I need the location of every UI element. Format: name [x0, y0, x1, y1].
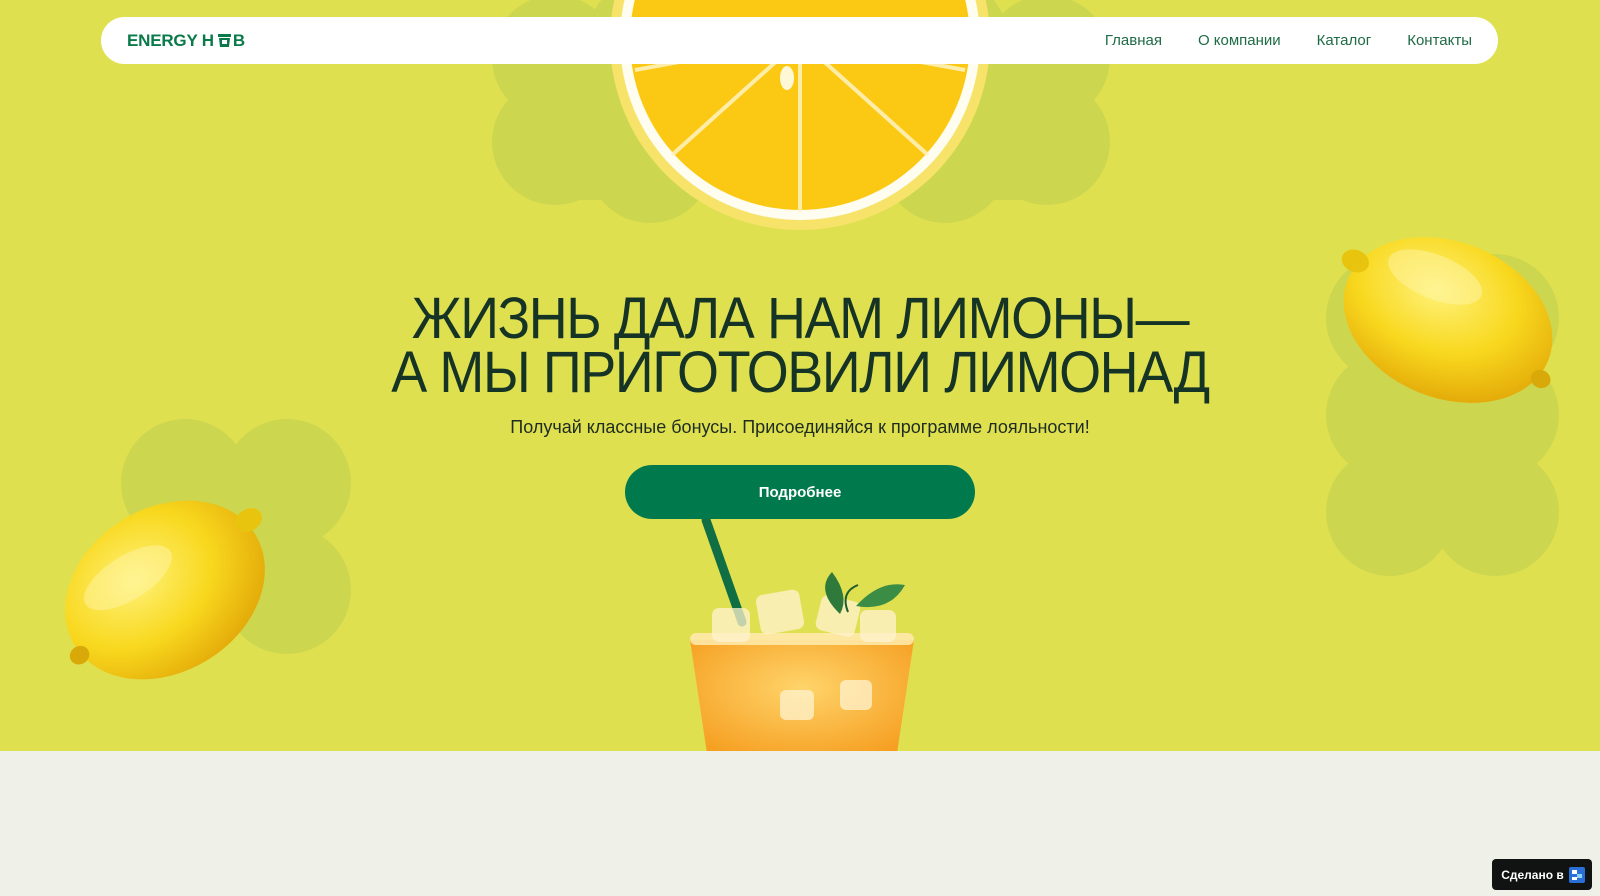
made-in-badge[interactable]: Сделано в [1492, 859, 1592, 890]
builder-logo-icon [1568, 866, 1585, 883]
hero-headline-line1: ЖИЗНЬ ДАЛА НАМ ЛИМОНЫ— [411, 286, 1190, 351]
nav-link-about[interactable]: О компании [1198, 32, 1281, 49]
brand-name-part1: ENERGY H [127, 30, 214, 50]
hero-headline-line2: А МЫ ПРИГОТОВИЛИ ЛИМОНАД [391, 340, 1210, 405]
made-in-label: Сделано в [1501, 867, 1564, 882]
hero-section: ENERGY H B Главная О компании Каталог Ко… [0, 0, 1600, 751]
top-navbar: ENERGY H B Главная О компании Каталог Ко… [101, 17, 1498, 64]
brand-name-part2: B [232, 30, 245, 50]
main-nav: Главная О компании Каталог Контакты [1069, 32, 1472, 49]
hero-subtitle: Получай классные бонусы. Присоединяйся к… [510, 417, 1090, 437]
cup-logo-icon [217, 34, 231, 47]
brand-logo[interactable]: ENERGY H B [127, 31, 245, 51]
nav-link-home[interactable]: Главная [1105, 32, 1162, 49]
hero-headline: ЖИЗНЬ ДАЛА НАМ ЛИМОНЫ— А МЫ ПРИГОТОВИЛИ … [0, 286, 1600, 405]
more-details-button[interactable]: Подробнее [625, 465, 975, 519]
lemonade-cup-image [690, 515, 914, 751]
nav-link-contacts[interactable]: Контакты [1407, 32, 1472, 49]
nav-link-catalog[interactable]: Каталог [1317, 32, 1372, 49]
